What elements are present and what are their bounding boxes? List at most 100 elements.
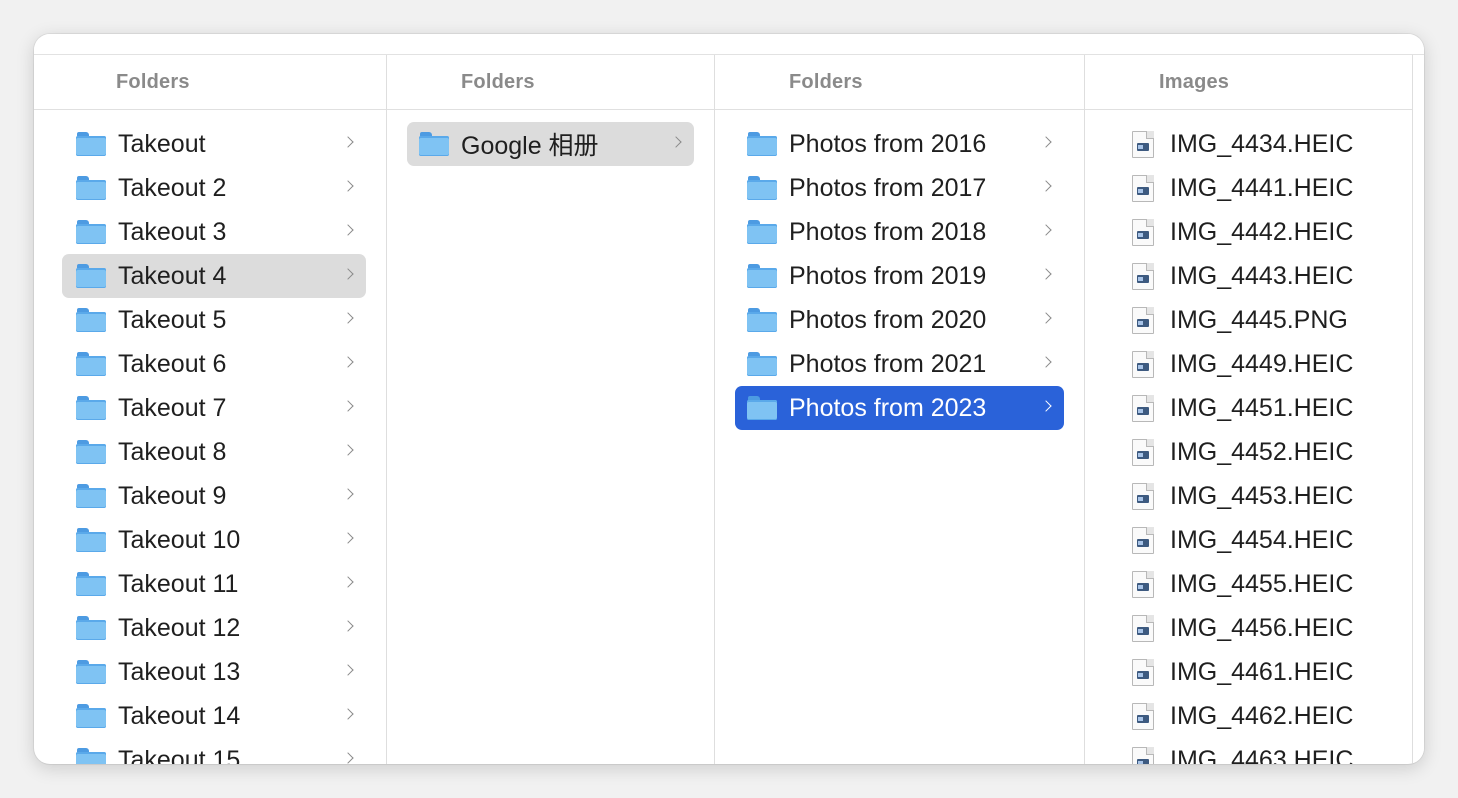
chevron-right-icon bbox=[342, 312, 354, 324]
chevron-right-icon bbox=[342, 136, 354, 148]
item-label: Takeout 9 bbox=[118, 481, 227, 510]
folder-row[interactable]: Photos from 2019 bbox=[735, 254, 1064, 298]
item-label: Photos from 2018 bbox=[789, 217, 987, 246]
column-rows: Takeout Takeout 2 Takeout 3 Takeout 4 Takeou… bbox=[62, 122, 366, 764]
folder-row[interactable]: Photos from 2020 bbox=[735, 298, 1064, 342]
folder-row[interactable]: Takeout 7 bbox=[62, 386, 366, 430]
image-file-icon bbox=[1132, 306, 1154, 334]
item-label: IMG_4451.HEIC bbox=[1170, 393, 1354, 422]
item-label: Takeout 8 bbox=[118, 437, 227, 466]
image-file-icon bbox=[1132, 702, 1154, 730]
folder-icon bbox=[76, 176, 106, 200]
folder-row[interactable]: Takeout 6 bbox=[62, 342, 366, 386]
chevron-right-icon bbox=[342, 400, 354, 412]
column-takeout-folders[interactable]: Folders Takeout Takeout 2 Takeout 3 Takeout… bbox=[34, 55, 387, 764]
folder-icon bbox=[76, 704, 106, 728]
file-row[interactable]: IMG_4449.HEIC bbox=[1120, 342, 1392, 386]
folder-icon bbox=[76, 484, 106, 508]
chevron-right-icon bbox=[342, 356, 354, 368]
item-label: IMG_4462.HEIC bbox=[1170, 701, 1354, 730]
file-row[interactable]: IMG_4453.HEIC bbox=[1120, 474, 1392, 518]
item-label: Takeout bbox=[118, 129, 206, 158]
item-label: IMG_4461.HEIC bbox=[1170, 657, 1354, 686]
folder-row[interactable]: Takeout 10 bbox=[62, 518, 366, 562]
item-label: Photos from 2023 bbox=[789, 393, 987, 422]
folder-row[interactable]: Photos from 2016 bbox=[735, 122, 1064, 166]
folder-icon bbox=[76, 660, 106, 684]
image-file-icon bbox=[1132, 614, 1154, 642]
file-row[interactable]: IMG_4434.HEIC bbox=[1120, 122, 1392, 166]
item-label: Takeout 11 bbox=[118, 569, 239, 598]
item-label: Photos from 2019 bbox=[789, 261, 987, 290]
file-row[interactable]: IMG_4456.HEIC bbox=[1120, 606, 1392, 650]
folder-row[interactable]: Takeout 3 bbox=[62, 210, 366, 254]
file-row[interactable]: IMG_4463.HEIC bbox=[1120, 738, 1392, 764]
folder-icon bbox=[419, 132, 449, 156]
folder-icon bbox=[747, 176, 777, 200]
item-label: IMG_4452.HEIC bbox=[1170, 437, 1354, 466]
folder-row[interactable]: Takeout 14 bbox=[62, 694, 366, 738]
folder-row[interactable]: Google 相册 bbox=[407, 122, 694, 166]
item-label: Photos from 2021 bbox=[789, 349, 987, 378]
folder-row[interactable]: Photos from 2018 bbox=[735, 210, 1064, 254]
file-row[interactable]: IMG_4445.PNG bbox=[1120, 298, 1392, 342]
folder-icon bbox=[76, 440, 106, 464]
folder-row[interactable]: Takeout 8 bbox=[62, 430, 366, 474]
column-rows: Google 相册 bbox=[407, 122, 694, 166]
item-label: Takeout 12 bbox=[118, 613, 241, 642]
file-row[interactable]: IMG_4441.HEIC bbox=[1120, 166, 1392, 210]
folder-row[interactable]: Photos from 2023 bbox=[735, 386, 1064, 430]
folder-row[interactable]: Takeout 11 bbox=[62, 562, 366, 606]
file-row[interactable]: IMG_4461.HEIC bbox=[1120, 650, 1392, 694]
item-label: Photos from 2016 bbox=[789, 129, 987, 158]
column-header-label: Folders bbox=[789, 71, 863, 93]
column-header[interactable]: Folders bbox=[34, 55, 386, 110]
image-file-icon bbox=[1132, 526, 1154, 554]
image-file-icon bbox=[1132, 570, 1154, 598]
file-row[interactable]: IMG_4443.HEIC bbox=[1120, 254, 1392, 298]
folder-row[interactable]: Photos from 2017 bbox=[735, 166, 1064, 210]
file-row[interactable]: IMG_4455.HEIC bbox=[1120, 562, 1392, 606]
image-file-icon bbox=[1132, 130, 1154, 158]
item-label: Takeout 14 bbox=[118, 701, 241, 730]
file-row[interactable]: IMG_4462.HEIC bbox=[1120, 694, 1392, 738]
column-header-label: Folders bbox=[116, 71, 190, 93]
column-google-folders[interactable]: Folders Google 相册 bbox=[387, 55, 715, 764]
item-label: Takeout 13 bbox=[118, 657, 241, 686]
file-row[interactable]: IMG_4454.HEIC bbox=[1120, 518, 1392, 562]
file-row[interactable]: IMG_4451.HEIC bbox=[1120, 386, 1392, 430]
item-label: IMG_4434.HEIC bbox=[1170, 129, 1354, 158]
chevron-right-icon bbox=[670, 136, 682, 148]
item-label: IMG_4453.HEIC bbox=[1170, 481, 1354, 510]
image-file-icon bbox=[1132, 658, 1154, 686]
folder-row[interactable]: Takeout 12 bbox=[62, 606, 366, 650]
item-label: IMG_4441.HEIC bbox=[1170, 173, 1354, 202]
folder-row[interactable]: Takeout 9 bbox=[62, 474, 366, 518]
item-label: Takeout 15 bbox=[118, 745, 241, 765]
column-photos-folders[interactable]: Folders Photos from 2016 Photos from 2017… bbox=[715, 55, 1085, 764]
finder-window: Folders Takeout Takeout 2 Takeout 3 Takeout… bbox=[34, 34, 1424, 764]
file-row[interactable]: IMG_4452.HEIC bbox=[1120, 430, 1392, 474]
folder-row[interactable]: Takeout 13 bbox=[62, 650, 366, 694]
file-row[interactable]: IMG_4442.HEIC bbox=[1120, 210, 1392, 254]
chevron-right-icon bbox=[1040, 400, 1052, 412]
folder-row[interactable]: Takeout 4 bbox=[62, 254, 366, 298]
folder-row[interactable]: Takeout 15 bbox=[62, 738, 366, 764]
chevron-right-icon bbox=[342, 224, 354, 236]
item-label: IMG_4455.HEIC bbox=[1170, 569, 1354, 598]
column-header[interactable]: Folders bbox=[715, 55, 1084, 110]
folder-row[interactable]: Takeout 2 bbox=[62, 166, 366, 210]
chevron-right-icon bbox=[342, 532, 354, 544]
item-label: IMG_4449.HEIC bbox=[1170, 349, 1354, 378]
folder-row[interactable]: Photos from 2021 bbox=[735, 342, 1064, 386]
column-header[interactable]: Folders bbox=[387, 55, 714, 110]
image-file-icon bbox=[1132, 174, 1154, 202]
folder-row[interactable]: Takeout bbox=[62, 122, 366, 166]
image-file-icon bbox=[1132, 350, 1154, 378]
column-images[interactable]: Images IMG_4434.HEIC IMG_4441.HEIC IMG_444… bbox=[1085, 55, 1413, 764]
column-header[interactable]: Images bbox=[1085, 55, 1412, 110]
chevron-right-icon bbox=[1040, 136, 1052, 148]
chevron-right-icon bbox=[342, 444, 354, 456]
folder-row[interactable]: Takeout 5 bbox=[62, 298, 366, 342]
item-label: IMG_4445.PNG bbox=[1170, 305, 1348, 334]
